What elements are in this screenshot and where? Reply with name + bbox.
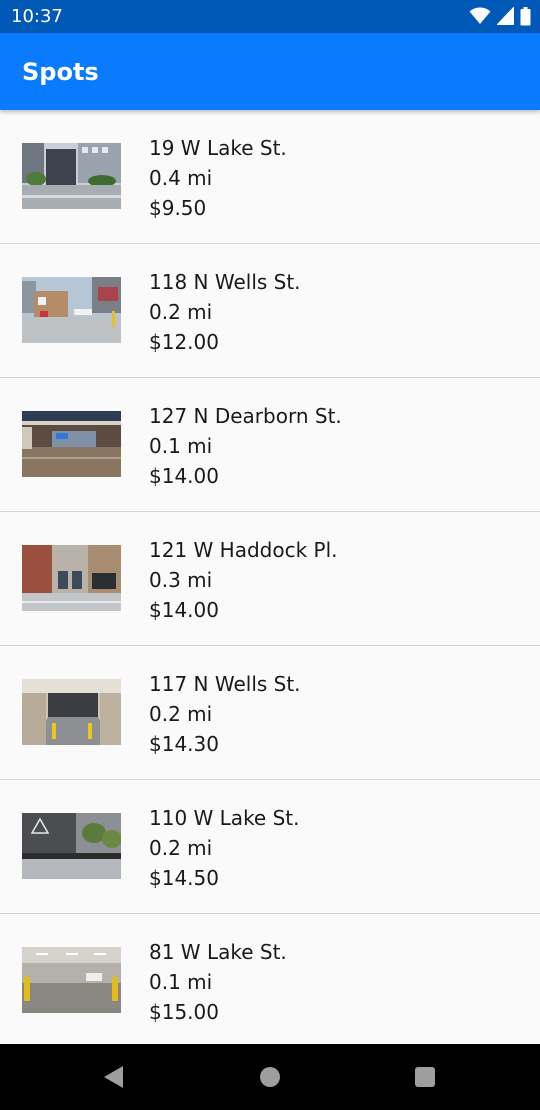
spot-list-item[interactable]: 19 W Lake St. 0.4 mi $9.50	[0, 110, 540, 244]
spot-distance: 0.4 mi	[149, 166, 213, 190]
spot-address: 117 N Wells St.	[149, 672, 301, 696]
spot-details: 118 N Wells St. 0.2 mi $12.00	[149, 267, 301, 357]
spot-price: $14.50	[149, 866, 219, 890]
spot-details: 121 W Haddock Pl. 0.3 mi $14.00	[149, 535, 338, 625]
spot-address: 110 W Lake St.	[149, 806, 300, 830]
recents-icon[interactable]	[414, 1064, 438, 1094]
garage-interior-photo-icon	[22, 947, 121, 1013]
spot-details: 19 W Lake St. 0.4 mi $9.50	[149, 133, 287, 223]
spot-address: 121 W Haddock Pl.	[149, 538, 338, 562]
spot-distance: 0.3 mi	[149, 568, 213, 592]
spot-list[interactable]: 19 W Lake St. 0.4 mi $9.50 118 N Wells S…	[0, 110, 540, 1044]
spot-price: $14.00	[149, 464, 219, 488]
spot-list-item[interactable]: 117 N Wells St. 0.2 mi $14.30	[0, 646, 540, 780]
back-icon[interactable]	[102, 1064, 126, 1094]
status-icons	[469, 6, 531, 26]
spot-details: 81 W Lake St. 0.1 mi $15.00	[149, 937, 287, 1027]
parking-lot-photo-icon	[22, 277, 121, 343]
spot-details: 117 N Wells St. 0.2 mi $14.30	[149, 669, 301, 759]
spot-distance: 0.2 mi	[149, 836, 213, 860]
spot-list-item[interactable]: 127 N Dearborn St. 0.1 mi $14.00	[0, 378, 540, 512]
spot-list-item[interactable]: 81 W Lake St. 0.1 mi $15.00	[0, 914, 540, 1044]
spot-address: 127 N Dearborn St.	[149, 404, 342, 428]
street-photo-icon	[22, 813, 121, 879]
street-photo-icon	[22, 143, 121, 209]
battery-icon	[520, 6, 531, 26]
status-bar: 10:37	[0, 0, 540, 33]
spot-address: 19 W Lake St.	[149, 136, 287, 160]
spot-price: $14.30	[149, 732, 219, 756]
spot-price: $9.50	[149, 196, 207, 220]
spot-details: 127 N Dearborn St. 0.1 mi $14.00	[149, 401, 342, 491]
spot-list-item[interactable]: 110 W Lake St. 0.2 mi $14.50	[0, 780, 540, 914]
spot-list-item[interactable]: 118 N Wells St. 0.2 mi $12.00	[0, 244, 540, 378]
signal-icon	[497, 7, 514, 25]
spot-address: 81 W Lake St.	[149, 940, 287, 964]
spot-distance: 0.1 mi	[149, 970, 213, 994]
garage-entrance-photo-icon	[22, 411, 121, 477]
page-title: Spots	[22, 58, 99, 86]
garage-ramp-photo-icon	[22, 679, 121, 745]
spot-address: 118 N Wells St.	[149, 270, 301, 294]
spot-price: $12.00	[149, 330, 219, 354]
spot-distance: 0.2 mi	[149, 300, 213, 324]
home-icon[interactable]	[259, 1064, 283, 1094]
status-time: 10:37	[11, 6, 63, 27]
spot-details: 110 W Lake St. 0.2 mi $14.50	[149, 803, 300, 893]
navigation-bar	[0, 1044, 540, 1110]
spot-distance: 0.2 mi	[149, 702, 213, 726]
street-photo-icon	[22, 545, 121, 611]
spot-distance: 0.1 mi	[149, 434, 213, 458]
app-bar: Spots	[0, 33, 540, 110]
wifi-icon	[469, 7, 491, 25]
spot-price: $15.00	[149, 1000, 219, 1024]
spot-price: $14.00	[149, 598, 219, 622]
spot-list-item[interactable]: 121 W Haddock Pl. 0.3 mi $14.00	[0, 512, 540, 646]
